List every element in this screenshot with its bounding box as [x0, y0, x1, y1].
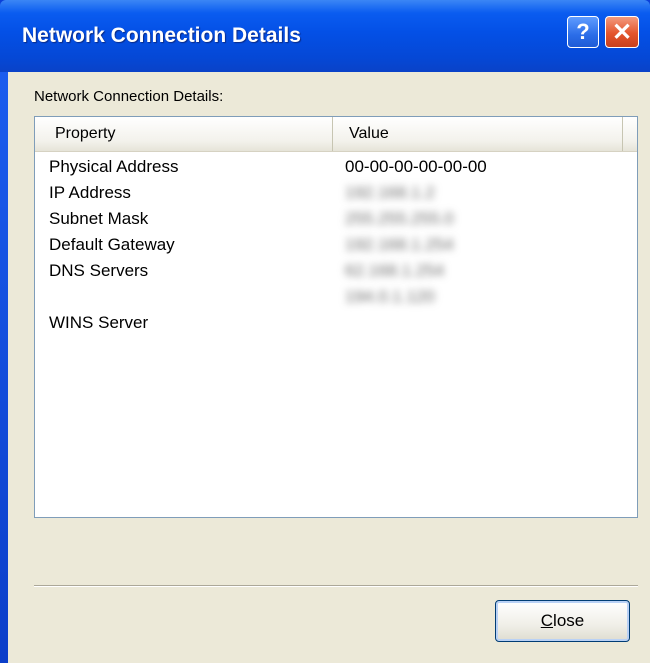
details-list[interactable]: Property Value Physical Address 00-00-00…: [34, 116, 638, 518]
value-cell-redacted: 192.168.1.2: [345, 183, 435, 202]
list-row[interactable]: WINS Server: [35, 311, 637, 337]
property-cell: IP Address: [49, 183, 131, 202]
help-icon: ?: [576, 19, 590, 44]
list-row[interactable]: 194.0.1.120: [35, 285, 637, 311]
window-title: Network Connection Details: [22, 24, 301, 47]
separator-line: [34, 585, 638, 587]
value-cell-redacted: 194.0.1.120: [345, 287, 435, 306]
dialog-body: Network Connection Details: Property Val…: [8, 72, 650, 663]
value-cell: 00-00-00-00-00-00: [345, 157, 487, 176]
property-cell: Physical Address: [49, 157, 179, 176]
close-icon: ✕: [611, 18, 633, 46]
help-button[interactable]: ?: [567, 16, 599, 48]
list-row[interactable]: IP Address 192.168.1.2: [35, 181, 637, 207]
window-close-button[interactable]: ✕: [605, 16, 639, 48]
property-cell: Subnet Mask: [49, 209, 149, 228]
column-header-value[interactable]: Value: [333, 117, 623, 151]
value-cell-redacted: 255.255.255.0: [345, 209, 454, 228]
close-button-label-rest: lose: [553, 611, 585, 630]
list-row[interactable]: Subnet Mask 255.255.255.0: [35, 207, 637, 233]
property-cell: WINS Server: [49, 313, 149, 332]
list-header: Property Value: [35, 117, 637, 152]
value-cell-redacted: 192.168.1.254: [345, 235, 454, 254]
close-button-mnemonic: C: [540, 611, 554, 630]
details-label: Network Connection Details:: [34, 88, 224, 105]
list-row[interactable]: Default Gateway 192.168.1.254: [35, 233, 637, 259]
property-cell: DNS Servers: [49, 261, 149, 280]
column-header-property[interactable]: Property: [35, 117, 333, 151]
list-row[interactable]: DNS Servers 62.168.1.254: [35, 259, 637, 285]
list-row[interactable]: Physical Address 00-00-00-00-00-00: [35, 155, 637, 181]
property-cell: Default Gateway: [49, 235, 175, 254]
title-bar[interactable]: Network Connection Details ? ✕: [0, 0, 650, 72]
close-button[interactable]: Close: [495, 600, 630, 642]
value-cell-redacted: 62.168.1.254: [345, 261, 445, 280]
dialog-window: Network Connection Details ? ✕ Network C…: [0, 0, 650, 663]
